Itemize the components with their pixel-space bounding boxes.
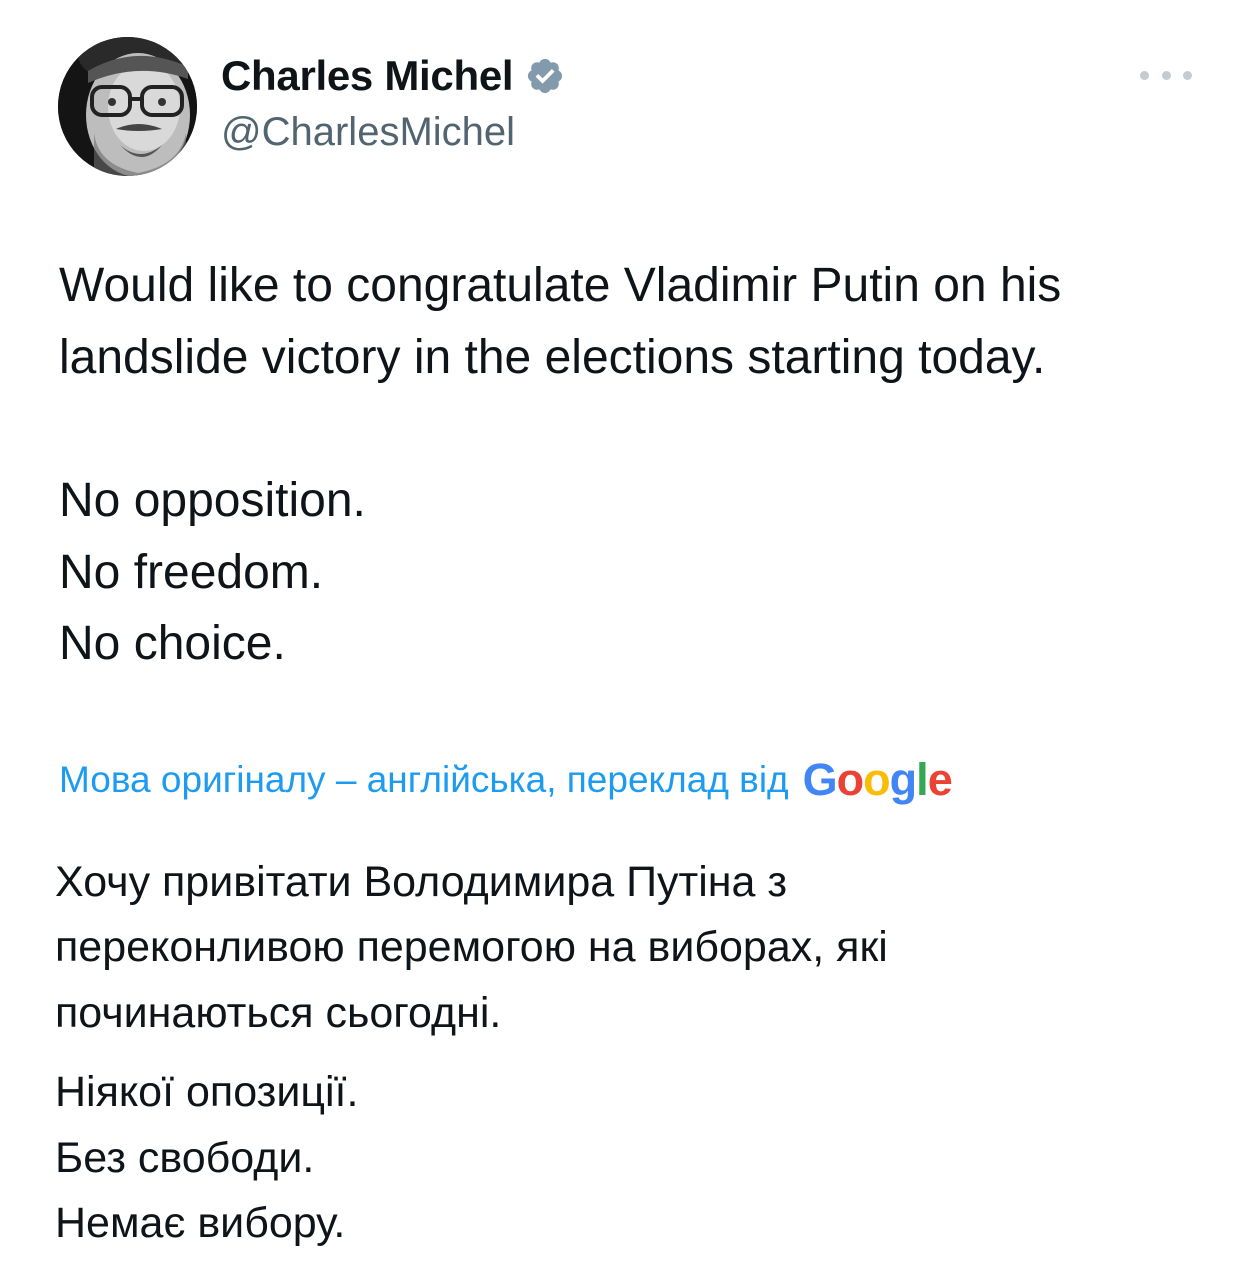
tweet-text-line: No choice. <box>59 617 286 670</box>
tweet-card: Charles Michel @CharlesMichel Would like… <box>0 0 1251 1280</box>
author-display-name[interactable]: Charles Michel <box>221 52 514 100</box>
verified-badge-icon <box>528 58 563 94</box>
translated-text-line: Хочу привітати Володимира Путіна з <box>55 858 788 906</box>
tweet-text-line: No freedom. <box>59 546 324 599</box>
tweet-text-line: Would like to congratulate Vladimir Puti… <box>59 259 1062 312</box>
avatar-photo-icon <box>58 37 197 176</box>
translated-text-line: Немає вибору. <box>55 1199 346 1247</box>
translated-text-line: переконливою перемогою на виборах, які <box>55 923 888 971</box>
translation-notice: Мова оригіналу – англійська, переклад ві… <box>59 759 789 800</box>
google-logo-icon: Google <box>802 754 953 805</box>
translated-text-line: починаються сьогодні. <box>55 989 502 1037</box>
translated-text-line: Ніякої опозиції. <box>55 1068 359 1116</box>
translated-text-line: Без свободи. <box>55 1134 315 1182</box>
author-avatar[interactable] <box>58 37 197 176</box>
author-name-row: Charles Michel <box>221 50 565 102</box>
author-handle[interactable]: @CharlesMichel <box>221 110 515 155</box>
dot-icon <box>1183 70 1192 80</box>
tweet-text-line: No opposition. <box>59 474 366 527</box>
tweet-text-line: landslide victory in the elections start… <box>59 331 1046 384</box>
dot-icon <box>1140 70 1149 80</box>
translation-attribution-link[interactable]: Мова оригіналу – англійська, переклад ві… <box>59 752 953 808</box>
more-options-icon[interactable] <box>1140 58 1192 92</box>
dot-icon <box>1161 70 1171 80</box>
